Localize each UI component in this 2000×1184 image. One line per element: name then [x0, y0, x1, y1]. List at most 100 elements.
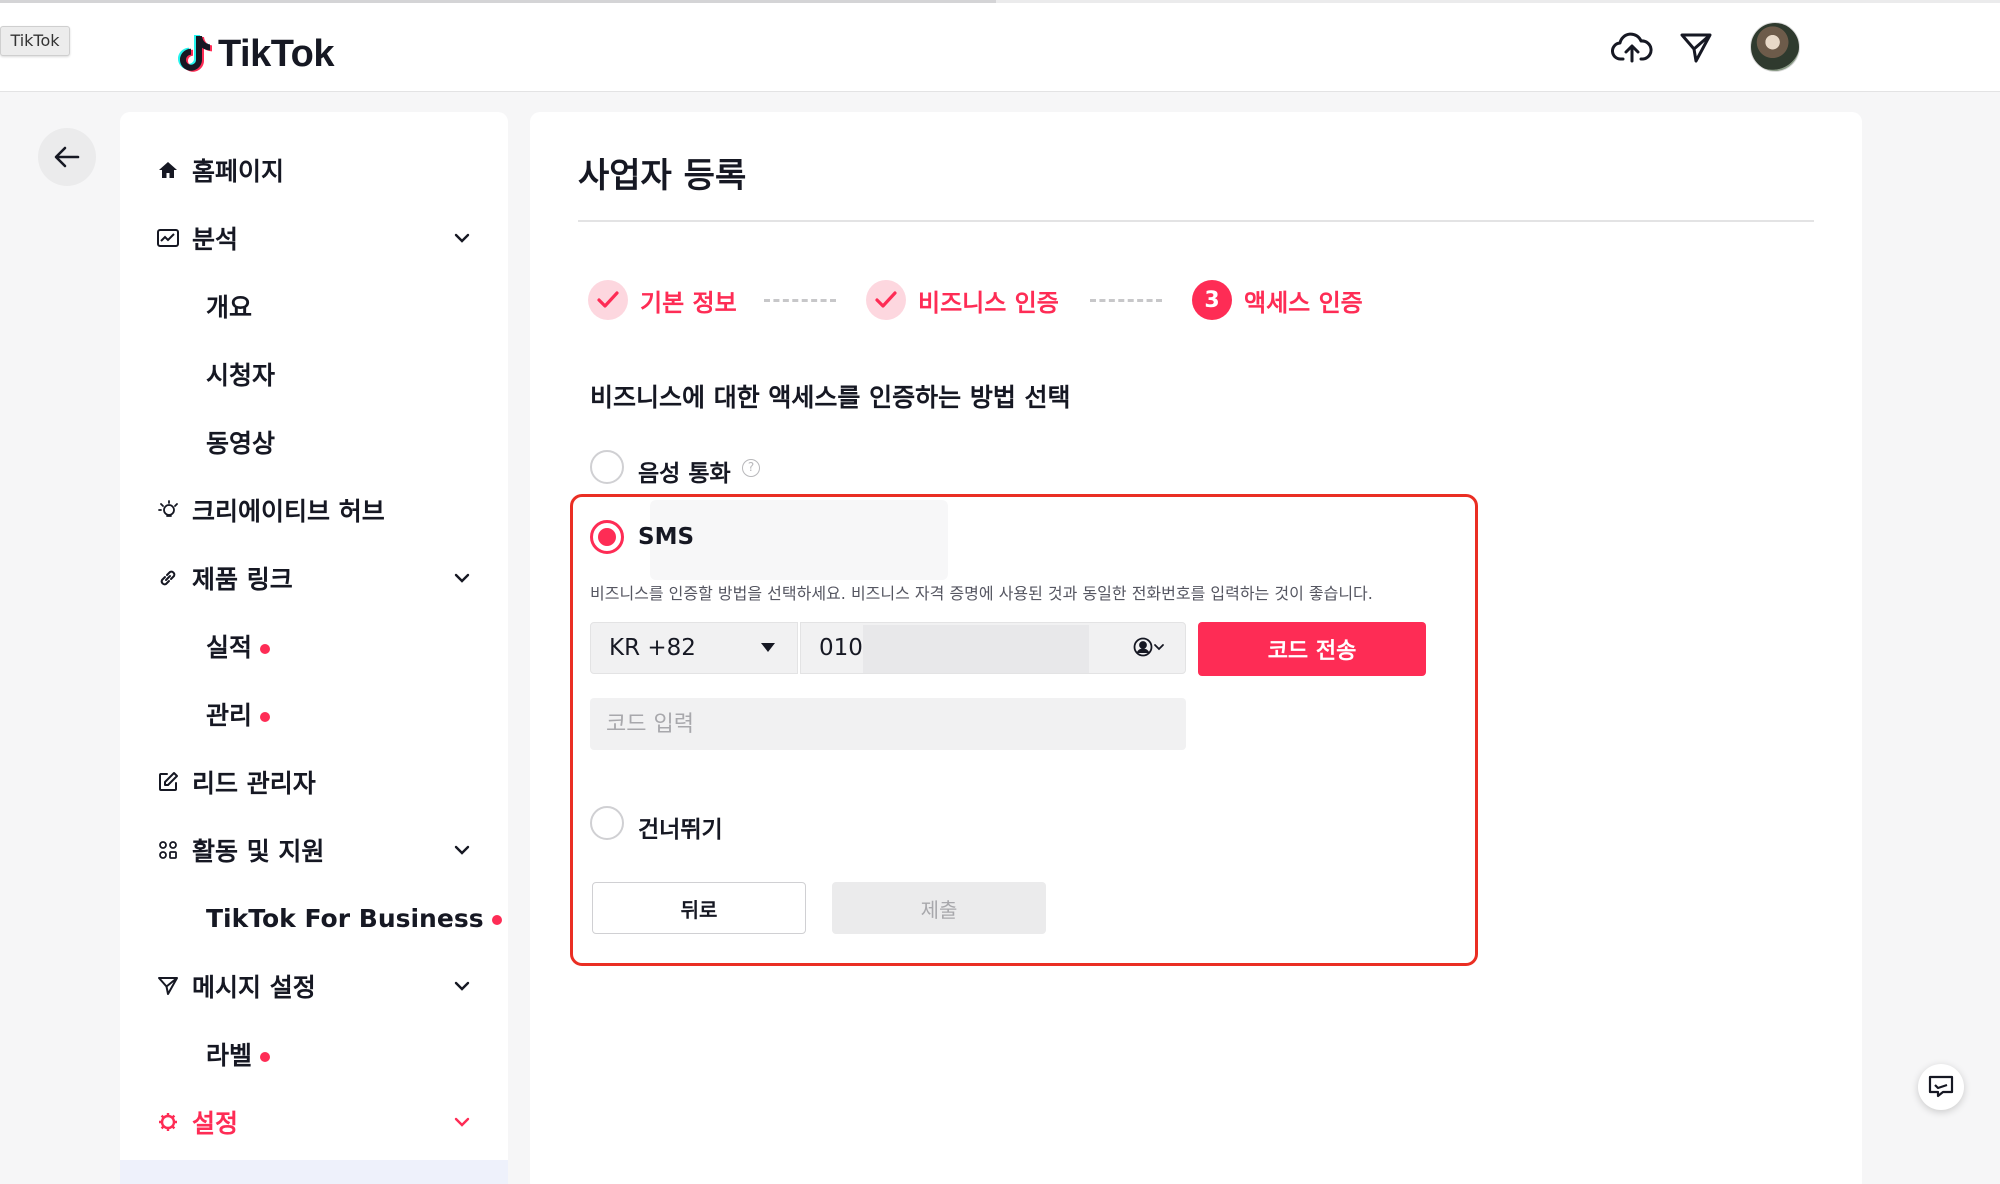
- sidebar-item-label: 설정: [192, 1109, 239, 1138]
- chevron-down-icon: [454, 1117, 470, 1127]
- sidebar-item-creative-hub[interactable]: 크리에이티브 허브: [120, 480, 508, 540]
- voice-call-label[interactable]: 음성 통화: [638, 454, 731, 488]
- home-icon: [156, 158, 180, 182]
- page-title: 사업자 등록: [578, 156, 747, 196]
- step-label: 기본 정보: [640, 288, 737, 317]
- analytics-icon: [156, 226, 180, 250]
- step-business-verification: 비즈니스 인증: [866, 278, 1059, 322]
- step-label: 액세스 인증: [1244, 288, 1363, 317]
- checkmark-icon: [597, 291, 619, 308]
- step-access-verification: 3 액세스 인증: [1192, 278, 1363, 322]
- chevron-down-icon: [1154, 644, 1164, 651]
- step-connector: [764, 299, 836, 302]
- sidebar-item-label: 메시지 설정: [192, 973, 316, 1002]
- sidebar-item-overview[interactable]: 개요: [120, 276, 508, 336]
- sidebar-item-lead-manager[interactable]: 리드 관리자: [120, 752, 508, 812]
- sidebar-item-label: 분석: [192, 225, 239, 254]
- skip-label[interactable]: 건너뛰기: [638, 810, 723, 844]
- divider: [578, 220, 1814, 222]
- submit-button[interactable]: 제출: [832, 882, 1046, 934]
- chevron-down-icon: [454, 233, 470, 243]
- verification-code-input[interactable]: [590, 698, 1186, 750]
- sidebar-item-message-settings[interactable]: 메시지 설정: [120, 956, 508, 1016]
- gear-icon: [156, 1110, 180, 1134]
- notification-dot: [260, 1052, 271, 1062]
- step-number-badge: 3: [1192, 280, 1232, 320]
- tiktok-note-icon: [178, 35, 212, 72]
- sidebar-item-label: 라벨: [206, 1041, 253, 1070]
- sidebar-item-manage[interactable]: 관리: [120, 684, 508, 744]
- sms-radio[interactable]: [590, 520, 624, 554]
- step-done-badge: [866, 280, 906, 320]
- back-arrow-button[interactable]: [38, 128, 96, 186]
- sidebar-item-videos[interactable]: 동영상: [120, 412, 508, 472]
- sidebar: 홈페이지 분석 개요 시청자 동영상 크리에이티브 허브 제품 링크 실적 관리: [120, 112, 508, 1184]
- sidebar-item-label: 홈페이지: [192, 157, 285, 186]
- chevron-down-icon: [454, 573, 470, 583]
- method-question: 비즈니스에 대한 액세스를 인증하는 방법 선택: [590, 383, 1071, 412]
- help-icon[interactable]: ?: [742, 459, 760, 477]
- sidebar-item-label: 리드 관리자: [192, 769, 316, 798]
- checkmark-icon: [875, 291, 897, 308]
- chevron-down-icon: [454, 981, 470, 991]
- step-connector: [1090, 299, 1162, 302]
- country-code-select[interactable]: KR +82: [590, 622, 798, 674]
- chevron-down-icon: [454, 845, 470, 855]
- sidebar-subitem-active[interactable]: [120, 1160, 508, 1184]
- lightbulb-icon: [156, 498, 180, 522]
- feedback-icon: [1928, 1075, 1954, 1098]
- back-button[interactable]: 뒤로: [592, 882, 806, 934]
- logo-text: TikTok: [218, 32, 334, 75]
- country-code-value: KR +82: [609, 635, 696, 661]
- redacted-phone-digits: [863, 625, 1089, 673]
- voice-call-radio[interactable]: [590, 450, 624, 484]
- step-label: 비즈니스 인증: [918, 288, 1059, 317]
- browser-edge: [0, 0, 996, 3]
- sidebar-item-viewers[interactable]: 시청자: [120, 344, 508, 404]
- contact-picker[interactable]: [1133, 637, 1165, 657]
- apps-icon: [156, 838, 180, 862]
- top-bar: TikTok TikTok: [0, 0, 2000, 92]
- skip-radio[interactable]: [590, 806, 624, 840]
- sidebar-item-label: 개요: [206, 293, 253, 322]
- caret-down-icon: [761, 643, 775, 652]
- tiktok-logo[interactable]: TikTok: [178, 30, 334, 78]
- sidebar-item-analytics[interactable]: 분석: [120, 208, 508, 268]
- sidebar-item-label: 동영상: [206, 429, 276, 458]
- notification-dot: [260, 712, 271, 722]
- send-icon: [156, 974, 180, 998]
- feedback-button[interactable]: [1918, 1064, 1964, 1110]
- notification-dot: [491, 914, 502, 925]
- sidebar-item-labels[interactable]: 라벨: [120, 1024, 508, 1084]
- sidebar-item-tiktok-for-business[interactable]: TikTok For Business: [120, 888, 508, 948]
- sidebar-item-home[interactable]: 홈페이지: [120, 140, 508, 200]
- sidebar-item-label: 크리에이티브 허브: [192, 497, 385, 526]
- phone-number-input[interactable]: 010: [800, 622, 1186, 674]
- tab-tooltip: TikTok: [0, 26, 70, 56]
- sidebar-item-label: 관리: [206, 701, 253, 730]
- sidebar-item-label: 제품 링크: [192, 565, 293, 594]
- phone-number-value: 010: [819, 635, 863, 661]
- sidebar-item-product-links[interactable]: 제품 링크: [120, 548, 508, 608]
- send-icon[interactable]: [1674, 26, 1718, 70]
- verification-hint: 비즈니스를 인증할 방법을 선택하세요. 비즈니스 자격 증명에 사용된 것과 …: [590, 584, 1373, 603]
- link-icon: [156, 566, 180, 590]
- sidebar-item-settings[interactable]: 설정: [120, 1092, 508, 1152]
- send-code-button[interactable]: 코드 전송: [1198, 622, 1426, 676]
- edit-icon: [156, 770, 180, 794]
- sidebar-item-performance[interactable]: 실적: [120, 616, 508, 676]
- person-circle-icon: [1133, 637, 1153, 657]
- browser-edge: [996, 0, 2000, 3]
- sidebar-item-label: 실적: [206, 633, 253, 662]
- arrow-left-icon: [54, 146, 80, 168]
- notification-dot: [260, 644, 271, 654]
- main-card: 사업자 등록 기본 정보 비즈니스 인증 3 액세스 인증 비즈니스에 대한 액…: [530, 112, 1862, 1184]
- user-avatar[interactable]: [1750, 22, 1800, 72]
- step-basic-info: 기본 정보: [588, 278, 737, 322]
- sidebar-item-label: 시청자: [206, 361, 276, 390]
- step-done-badge: [588, 280, 628, 320]
- cloud-upload-icon[interactable]: [1610, 26, 1654, 70]
- faded-tooltip: [650, 500, 948, 580]
- sms-label[interactable]: SMS: [638, 524, 694, 550]
- sidebar-item-activities[interactable]: 활동 및 지원: [120, 820, 508, 880]
